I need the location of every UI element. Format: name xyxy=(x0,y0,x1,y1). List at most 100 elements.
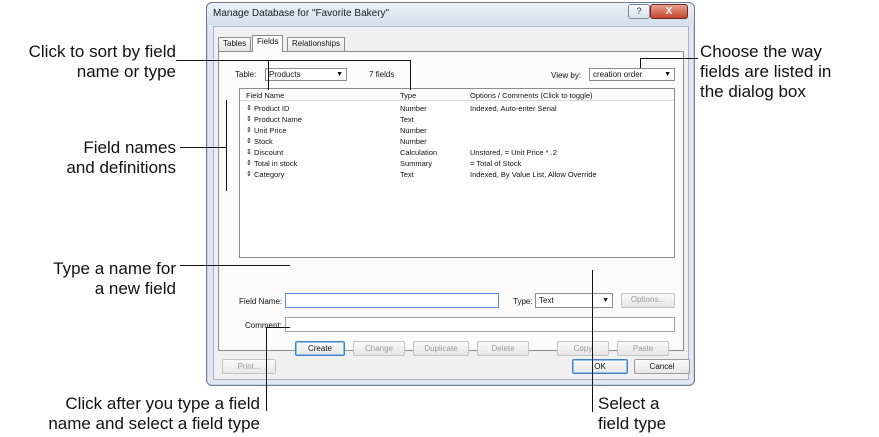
callout-click-after-line1: Click after you type a field xyxy=(65,394,260,413)
cancel-button[interactable]: Cancel xyxy=(634,359,690,374)
list-item[interactable]: ⇕ Stock Number xyxy=(240,137,674,148)
column-header-field-name[interactable]: Field Name xyxy=(246,91,284,100)
list-item[interactable]: ⇕ Category Text Indexed, By Value List, … xyxy=(240,170,674,181)
ok-button[interactable]: OK xyxy=(572,359,628,374)
list-item[interactable]: ⇕ Discount Calculation Unstored, = Unit … xyxy=(240,148,674,159)
table-select[interactable]: Products ▼ xyxy=(265,68,347,81)
leader-line-names xyxy=(180,147,226,148)
delete-button[interactable]: Delete xyxy=(477,341,529,356)
field-name: Product Name xyxy=(254,115,302,124)
leader-line-type-name xyxy=(180,265,290,266)
copy-button[interactable]: Copy xyxy=(557,341,609,356)
reorder-handle-icon[interactable]: ⇕ xyxy=(246,115,252,123)
reorder-handle-icon[interactable]: ⇕ xyxy=(246,104,252,112)
column-header-options[interactable]: Options / Comments (Click to toggle) xyxy=(470,91,593,100)
field-name-input[interactable] xyxy=(285,293,499,308)
fields-list[interactable]: Field Name Type Options / Comments (Clic… xyxy=(239,88,675,258)
chevron-down-icon: ▼ xyxy=(336,71,343,78)
close-icon[interactable]: X xyxy=(650,4,688,19)
leader-line-names-bracket xyxy=(226,100,227,191)
tab-fields[interactable]: Fields xyxy=(252,35,284,52)
reorder-handle-icon[interactable]: ⇕ xyxy=(246,159,252,167)
view-by-label: View by: xyxy=(551,71,582,80)
field-type: Number xyxy=(400,104,427,113)
help-icon[interactable]: ? xyxy=(628,4,650,19)
field-type: Summary xyxy=(400,159,433,168)
list-item[interactable]: ⇕ Total in stock Summary = Total of Stoc… xyxy=(240,159,674,170)
dialog-title: Manage Database for "Favorite Bakery" xyxy=(213,8,390,19)
field-name: Discount xyxy=(254,148,284,157)
field-options: = Total of Stock xyxy=(470,159,522,168)
callout-sort-line1: Click to sort by field xyxy=(28,42,176,61)
callout-view-by-line3: the dialog box xyxy=(700,82,806,101)
callout-field-names: Field names and definitions xyxy=(20,138,176,178)
callout-sort-line2: name or type xyxy=(76,62,176,81)
field-type: Number xyxy=(400,137,427,146)
list-item[interactable]: ⇕ Unit Price Number xyxy=(240,126,674,137)
comment-input[interactable] xyxy=(285,317,675,332)
list-item[interactable]: ⇕ Product Name Text xyxy=(240,115,674,126)
callout-click-after-line2: name and select a field type xyxy=(48,414,260,433)
leader-line-sort-type-drop xyxy=(410,60,411,90)
callout-type-name: Type a name for a new field xyxy=(20,259,176,299)
callout-type-name-line2: a new field xyxy=(94,279,176,298)
type-label: Type: xyxy=(513,297,533,306)
reorder-handle-icon[interactable]: ⇕ xyxy=(246,170,252,178)
callout-click-after: Click after you type a field name and se… xyxy=(20,394,260,434)
field-count: 7 fields xyxy=(369,70,395,79)
reorder-handle-icon[interactable]: ⇕ xyxy=(246,148,252,156)
callout-field-names-line2: and definitions xyxy=(66,158,176,177)
chevron-down-icon: ▼ xyxy=(664,71,671,78)
print-button[interactable]: Print... xyxy=(222,359,276,374)
field-options: Indexed, Auto-enter Serial xyxy=(470,104,557,113)
callout-sort: Click to sort by field name or type xyxy=(0,42,176,82)
table-select-value: Products xyxy=(269,70,301,79)
table-label: Table: xyxy=(235,70,257,79)
leader-line-create-horizontal xyxy=(266,327,290,328)
leader-line-view-vertical xyxy=(640,58,641,68)
options-button-label: Options... xyxy=(630,295,666,304)
leader-line-select-type xyxy=(592,270,593,412)
field-type: Calculation xyxy=(400,148,438,157)
dialog-titlebar[interactable]: Manage Database for "Favorite Bakery" ? … xyxy=(207,3,694,25)
comment-label: Comment: xyxy=(245,321,282,330)
leader-line-sort-name-drop xyxy=(268,60,269,90)
field-name: Category xyxy=(254,170,285,179)
callout-select-type-line1: Select a xyxy=(598,394,660,413)
callout-view-by-line2: fields are listed in xyxy=(700,62,832,81)
callout-field-names-line1: Field names xyxy=(83,138,176,157)
view-by-value: creation order xyxy=(593,70,643,79)
fields-tab-panel: Table: Products ▼ 7 fields View by: crea… xyxy=(218,51,684,356)
reorder-handle-icon[interactable]: ⇕ xyxy=(246,126,252,134)
field-options: Unstored, = Unit Price * .2 xyxy=(470,148,557,157)
list-item[interactable]: ⇕ Product ID Number Indexed, Auto-enter … xyxy=(240,104,674,115)
field-type: Text xyxy=(400,115,414,124)
callout-view-by-line1: Choose the way xyxy=(700,42,822,61)
change-button[interactable]: Change xyxy=(353,341,405,356)
create-button[interactable]: Create xyxy=(295,341,345,356)
column-header-type[interactable]: Type xyxy=(400,91,416,100)
field-name: Total in stock xyxy=(254,159,298,168)
tab-relationships[interactable]: Relationships xyxy=(287,37,346,51)
field-name: Unit Price xyxy=(254,126,287,135)
field-name-label: Field Name: xyxy=(239,297,283,306)
field-type-value: Text xyxy=(539,296,554,305)
chevron-down-icon: ▼ xyxy=(602,297,609,304)
callout-type-name-line1: Type a name for xyxy=(53,259,176,278)
fields-list-header: Field Name Type Options / Comments (Clic… xyxy=(240,89,674,101)
reorder-handle-icon[interactable]: ⇕ xyxy=(246,137,252,145)
field-name: Stock xyxy=(254,137,273,146)
tab-tables[interactable]: Tables xyxy=(218,37,252,51)
field-name: Product ID xyxy=(254,104,290,113)
duplicate-button[interactable]: Duplicate xyxy=(413,341,469,356)
callout-view-by: Choose the way fields are listed in the … xyxy=(700,42,876,102)
field-options: Indexed, By Value List, Allow Override xyxy=(470,170,597,179)
callout-select-type: Select a field type xyxy=(598,394,718,434)
callout-select-type-line2: field type xyxy=(598,414,667,433)
field-type: Number xyxy=(400,126,427,135)
field-type-select[interactable]: Text ▼ xyxy=(535,293,613,308)
field-type: Text xyxy=(400,170,414,179)
view-by-select[interactable]: creation order ▼ xyxy=(589,68,675,81)
paste-button[interactable]: Paste xyxy=(617,341,669,356)
leader-line-sort xyxy=(176,60,410,61)
